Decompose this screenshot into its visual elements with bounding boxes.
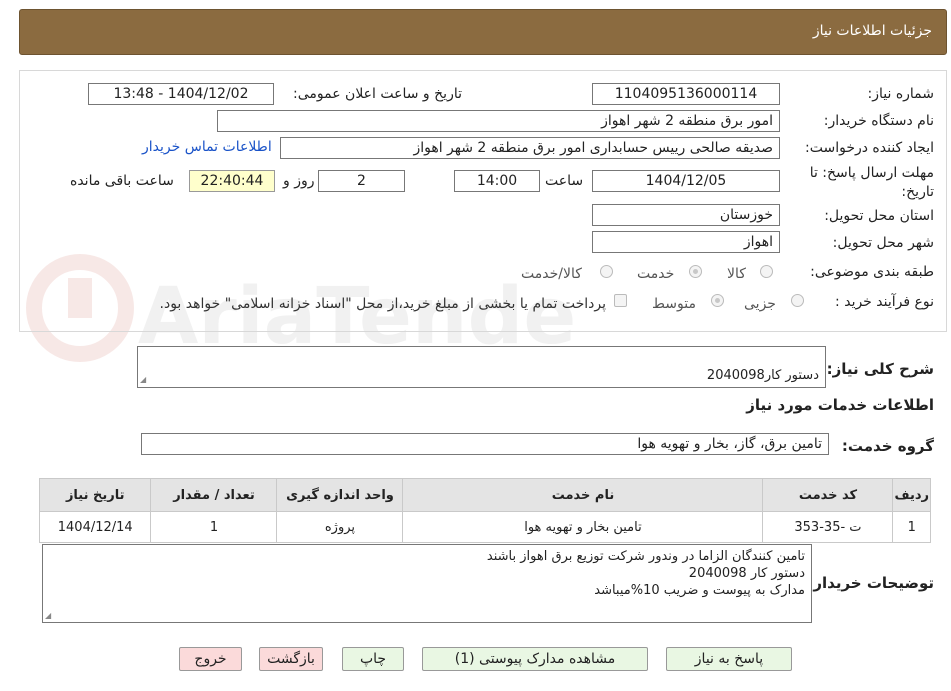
treasury-checkbox[interactable] (614, 294, 627, 307)
view-attachments-button[interactable]: مشاهده مدارک پیوستی (1) (422, 647, 648, 671)
page-title: جزئیات اطلاعات نیاز (812, 23, 932, 39)
cell-row-number: 1 (892, 511, 931, 543)
category-radio-goods[interactable] (760, 265, 773, 278)
days-field: 2 (318, 170, 405, 192)
remaining-time-field: 22:40:44 (189, 170, 275, 192)
buyer-org-label: نام دستگاه خریدار: (823, 113, 934, 129)
remaining-label: ساعت باقی مانده (70, 173, 174, 189)
col-unit: واحد اندازه گیری (276, 478, 404, 512)
city-label: شهر محل تحویل: (832, 235, 934, 251)
service-group-field: تامین برق، گاز، بخار و تهویه هوا (141, 433, 829, 455)
purchase-radio-medium[interactable] (711, 294, 724, 307)
deadline-label: مهلت ارسال پاسخ: تا (809, 165, 934, 181)
col-quantity: تعداد / مقدار (150, 478, 278, 512)
table-header-row: ردیف کد خدمت نام خدمت واحد اندازه گیری ت… (38, 478, 931, 512)
cell-service-code: ت -35-353 (762, 511, 894, 543)
cell-need-date: 1404/12/14 (38, 511, 152, 543)
table-row: 1 ت -35-353 تامین بخار و تهویه هوا پروژه… (38, 511, 931, 543)
col-service-code: کد خدمت (762, 478, 894, 512)
creator-label: ایجاد کننده درخواست: (805, 140, 934, 156)
category-option-service: خدمت (637, 266, 675, 282)
services-table: ردیف کد خدمت نام خدمت واحد اندازه گیری ت… (38, 478, 931, 543)
province-field: خوزستان (592, 204, 780, 226)
category-option-goods: کالا (727, 266, 746, 282)
col-row-number: ردیف (892, 478, 931, 512)
buyer-org-field: امور برق منطقه 2 شهر اهواز (217, 110, 780, 132)
need-number-field: 1104095136000114 (592, 83, 780, 105)
print-button[interactable]: چاپ (342, 647, 404, 671)
category-option-goods-service: کالا/خدمت (521, 266, 582, 282)
announce-label: تاریخ و ساعت اعلان عمومی: (293, 86, 462, 102)
buyer-notes-label: توضیحات خریدار: (807, 574, 934, 592)
reply-button[interactable]: پاسخ به نیاز (666, 647, 792, 671)
creator-field: صدیقه صالحی رییس حسابداری امور برق منطقه… (280, 137, 780, 159)
exit-button[interactable]: خروج (179, 647, 242, 671)
need-number-label: شماره نیاز: (867, 86, 935, 102)
deadline-label-2: تاریخ: (901, 184, 934, 200)
summary-label: شرح کلی نیاز: (826, 360, 934, 378)
cell-unit: پروژه (276, 511, 404, 543)
purchase-option-minor: جزیی (744, 296, 776, 312)
purchase-radio-minor[interactable] (791, 294, 804, 307)
cell-service-name: تامین بخار و تهویه هوا (402, 511, 764, 543)
deadline-time-field: 14:00 (454, 170, 540, 192)
purchase-type-label: نوع فرآیند خرید : (835, 294, 934, 310)
hour-label: ساعت (545, 173, 584, 189)
days-label: روز و (283, 173, 315, 189)
resize-grip-icon[interactable]: ◢ (45, 612, 53, 620)
deadline-date-field: 1404/12/05 (592, 170, 780, 192)
announce-field: 1404/12/02 - 13:48 (88, 83, 274, 105)
services-section-title: اطلاعات خدمات مورد نیاز (746, 396, 934, 414)
col-need-date: تاریخ نیاز (38, 478, 152, 512)
col-service-name: نام خدمت (402, 478, 764, 512)
purchase-option-medium: متوسط (652, 296, 696, 312)
summary-field[interactable]: دستور کار2040098 (137, 346, 826, 388)
buyer-notes-field[interactable]: تامین کنندگان الزاما در وندور شرکت توزیع… (42, 544, 812, 623)
category-radio-service[interactable] (689, 265, 702, 278)
category-label: طبقه بندی موضوعی: (810, 264, 934, 280)
province-label: استان محل تحویل: (824, 208, 934, 224)
city-field: اهواز (592, 231, 780, 253)
page-header: جزئیات اطلاعات نیاز (19, 9, 947, 55)
summary-text: دستور کار2040098 (706, 368, 819, 383)
contact-info-link[interactable]: اطلاعات تماس خریدار (142, 139, 272, 155)
resize-grip-icon[interactable]: ◢ (140, 376, 148, 384)
service-group-label: گروه خدمت: (841, 437, 934, 455)
category-radio-goods-service[interactable] (600, 265, 613, 278)
back-button[interactable]: بازگشت (259, 647, 323, 671)
payment-note: پرداخت تمام یا بخشی از مبلغ خرید،از محل … (159, 296, 606, 312)
cell-quantity: 1 (150, 511, 278, 543)
